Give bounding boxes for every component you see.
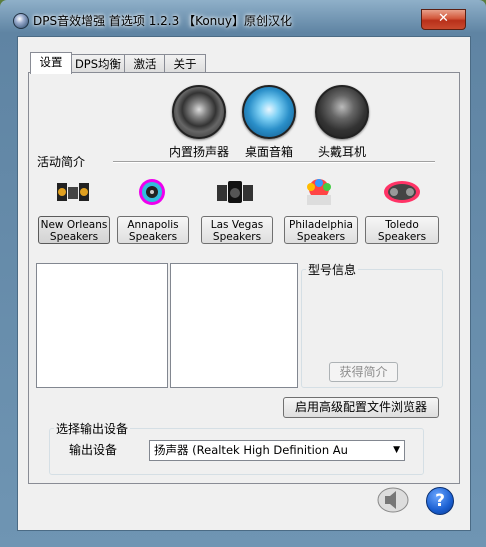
profile-list-right[interactable] — [170, 263, 298, 388]
speaker-name: Las Vegas — [210, 219, 264, 231]
dialog-client: 设置 DPS均衡 激活 关于 内置扬声器 桌面音箱 头戴耳机 活动简介 New … — [17, 36, 471, 531]
output-device-group: 选择输出设备 输出设备 扬声器 (Realtek High Definition… — [49, 420, 424, 475]
output-device-label: 输出设备 — [69, 443, 118, 457]
app-icon — [13, 13, 29, 29]
window-title: DPS音效增强 首选项 1.2.3 【Konuy】原创汉化 — [33, 14, 292, 28]
output-group-title: 选择输出设备 — [54, 420, 131, 437]
get-info-button[interactable]: 获得简介 — [329, 362, 398, 382]
close-button[interactable]: ✕ — [421, 9, 466, 30]
speaker-name: Annapolis — [127, 219, 179, 231]
speaker-name: Toledo — [385, 219, 419, 231]
speaker-las-vegas-button[interactable]: Las Vegas Speakers — [201, 216, 273, 244]
philadelphia-speakers-icon — [299, 177, 339, 207]
speaker-new-orleans-button[interactable]: New Orleans Speakers — [38, 216, 110, 244]
speaker-type: Speakers — [128, 231, 178, 243]
desktop-speakers-icon — [242, 85, 296, 139]
builtin-speaker-icon — [172, 85, 226, 139]
tab-dps-eq[interactable]: DPS均衡 — [70, 54, 126, 73]
speaker-philadelphia-button[interactable]: Philadelphia Speakers — [284, 216, 358, 244]
mode-builtin-speaker[interactable]: 内置扬声器 — [159, 85, 239, 160]
settings-panel: 内置扬声器 桌面音箱 头戴耳机 活动简介 New Orleans Speaker… — [28, 72, 460, 484]
mode-label-headphones: 头戴耳机 — [317, 145, 366, 159]
model-info-title: 型号信息 — [306, 261, 359, 278]
tab-activate[interactable]: 激活 — [124, 54, 166, 73]
annapolis-speakers-icon — [132, 177, 172, 207]
advanced-profile-browser-button[interactable]: 启用高级配置文件浏览器 — [283, 397, 439, 418]
new-orleans-speakers-icon — [53, 177, 93, 207]
help-icon[interactable]: ? — [426, 487, 454, 515]
output-device-value: 扬声器 (Realtek High Definition Au — [154, 443, 348, 457]
title-bar[interactable]: DPS音效增强 首选项 1.2.3 【Konuy】原创汉化 ✕ — [0, 0, 486, 34]
mode-desktop-speakers[interactable]: 桌面音箱 — [229, 85, 309, 160]
mode-headphones[interactable]: 头戴耳机 — [302, 85, 382, 160]
mode-label-desktop-speakers: 桌面音箱 — [244, 145, 293, 159]
speaker-mute-icon[interactable] — [376, 484, 410, 514]
activity-separator — [113, 161, 435, 163]
headphones-icon — [315, 85, 369, 139]
toledo-speakers-icon — [382, 177, 422, 207]
activity-label: 活动简介 — [37, 155, 86, 169]
profile-list-left[interactable] — [36, 263, 168, 388]
speaker-toledo-button[interactable]: Toledo Speakers — [365, 216, 439, 244]
speaker-type: Speakers — [49, 231, 99, 243]
speaker-annapolis-button[interactable]: Annapolis Speakers — [117, 216, 189, 244]
speaker-type: Speakers — [296, 231, 346, 243]
model-info-group: 型号信息 获得简介 — [301, 261, 443, 388]
speaker-type: Speakers — [377, 231, 427, 243]
tab-settings[interactable]: 设置 — [30, 52, 72, 74]
speaker-name: New Orleans — [40, 219, 108, 231]
mode-label-builtin-speaker: 内置扬声器 — [168, 145, 229, 159]
speaker-type: Speakers — [212, 231, 262, 243]
speaker-name: Philadelphia — [289, 219, 353, 231]
las-vegas-speakers-icon — [215, 177, 255, 207]
chevron-down-icon: ▼ — [393, 445, 400, 455]
tab-about[interactable]: 关于 — [164, 54, 206, 73]
app-window: DPS音效增强 首选项 1.2.3 【Konuy】原创汉化 ✕ 设置 DPS均衡… — [0, 0, 486, 547]
output-device-select[interactable]: 扬声器 (Realtek High Definition Au ▼ — [149, 440, 405, 461]
